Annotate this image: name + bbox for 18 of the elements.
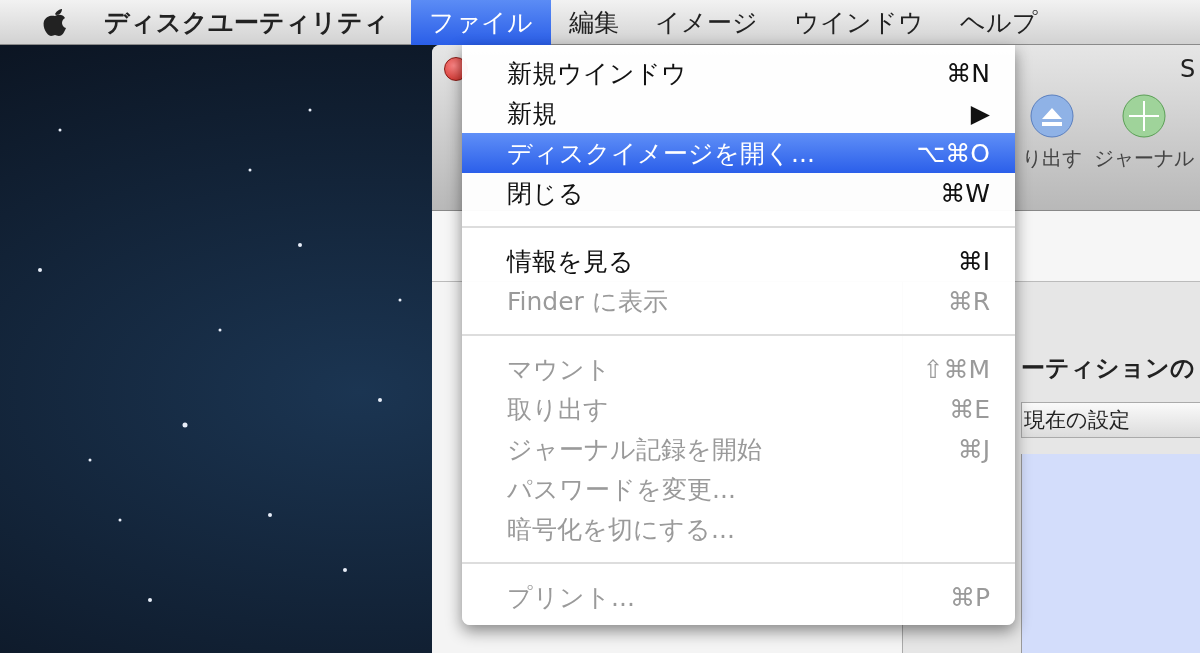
menu-bar-item[interactable]: 編集 xyxy=(551,0,637,45)
disk-icon[interactable] xyxy=(1121,93,1167,139)
toolbar-label: ジャーナル xyxy=(1094,145,1194,172)
menu-bar-item[interactable]: ウインドウ xyxy=(776,0,942,45)
menu-item[interactable]: 新規 ▶ xyxy=(462,93,1015,133)
panel-heading: ーティションの xyxy=(1021,353,1196,384)
menu-item[interactable]: ディスクイメージを開く... ⌥⌘O xyxy=(462,133,1015,173)
eject-icon[interactable] xyxy=(1029,93,1075,139)
menu-item[interactable]: 新規ウインドウ ⌘N xyxy=(462,53,1015,93)
menu-bar-item[interactable]: イメージ xyxy=(637,0,776,45)
menu-bar-item[interactable]: ファイル xyxy=(411,0,551,45)
app-menu[interactable]: ディスクユーティリティ xyxy=(70,5,411,39)
window-title: S xyxy=(1180,55,1196,83)
menu-item[interactable]: 閉じる ⌘W xyxy=(462,173,1015,213)
toolbar-label: り出す xyxy=(1022,145,1082,172)
menu-bar-item[interactable]: ヘルプ xyxy=(942,0,1056,45)
menu-item[interactable]: 情報を見る ⌘I xyxy=(462,241,1015,281)
column-header[interactable]: 現在の設定 xyxy=(1021,402,1200,438)
